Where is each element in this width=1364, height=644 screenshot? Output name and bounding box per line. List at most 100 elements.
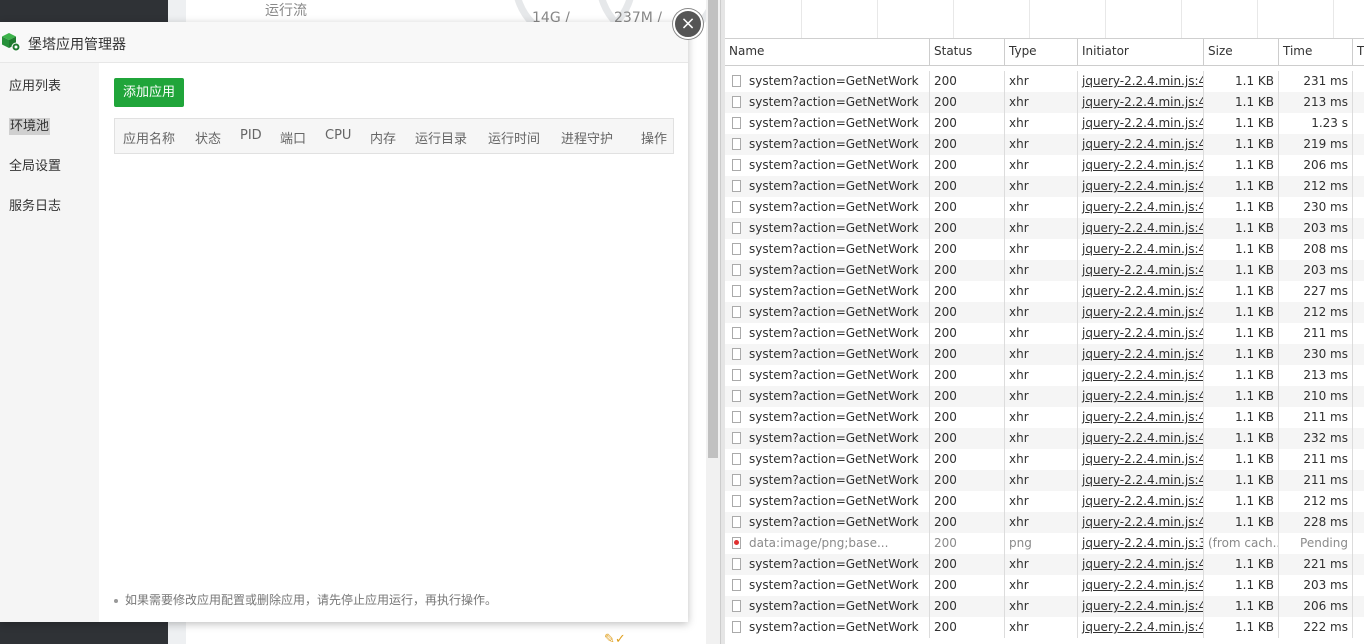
request-initiator-cell[interactable]: jquery-2.2.4.min.js:4 xyxy=(1078,428,1204,449)
request-initiator-cell[interactable]: jquery-2.2.4.min.js:4 xyxy=(1078,134,1204,155)
network-request-row[interactable]: system?action=GetNetWork 200 xhr jquery-2.2… xyxy=(725,176,1364,197)
network-request-row[interactable]: system?action=GetNetWork 200 xhr jquery-2.2… xyxy=(725,554,1364,575)
network-request-row[interactable]: system?action=GetNetWork 200 xhr jquery-2.2… xyxy=(725,218,1364,239)
request-initiator-cell[interactable]: jquery-2.2.4.min.js:4 xyxy=(1078,512,1204,533)
request-initiator-cell[interactable]: jquery-2.2.4.min.js:4 xyxy=(1078,617,1204,638)
request-initiator[interactable]: jquery-2.2.4.min.js:3 xyxy=(1082,536,1203,550)
network-request-row[interactable]: system?action=GetNetWork 200 xhr jquery-2.2… xyxy=(725,449,1364,470)
network-request-row[interactable]: system?action=GetNetWork 200 xhr jquery-2.2… xyxy=(725,575,1364,596)
request-initiator[interactable]: jquery-2.2.4.min.js:4 xyxy=(1082,515,1203,529)
request-initiator-cell[interactable]: jquery-2.2.4.min.js:4 xyxy=(1078,575,1204,596)
column-initiator[interactable]: Initiator xyxy=(1078,39,1204,65)
nav-item-global-settings[interactable]: 全局设置 xyxy=(9,155,61,174)
column-status[interactable]: Status xyxy=(930,39,1005,65)
request-initiator-cell[interactable]: jquery-2.2.4.min.js:4 xyxy=(1078,470,1204,491)
request-initiator[interactable]: jquery-2.2.4.min.js:4 xyxy=(1082,599,1203,613)
request-initiator[interactable]: jquery-2.2.4.min.js:4 xyxy=(1082,494,1203,508)
request-initiator-cell[interactable]: jquery-2.2.4.min.js:4 xyxy=(1078,491,1204,512)
nav-item-app-list[interactable]: 应用列表 xyxy=(9,75,61,94)
network-request-row[interactable]: system?action=GetNetWork 200 xhr jquery-2.2… xyxy=(725,239,1364,260)
network-request-row[interactable]: system?action=GetNetWork 200 xhr jquery-2.2… xyxy=(725,281,1364,302)
column-daemon[interactable]: 进程守护 xyxy=(561,128,613,147)
request-initiator[interactable]: jquery-2.2.4.min.js:4 xyxy=(1082,452,1203,466)
request-initiator-cell[interactable]: jquery-2.2.4.min.js:4 xyxy=(1078,92,1204,113)
request-initiator[interactable]: jquery-2.2.4.min.js:4 xyxy=(1082,179,1203,193)
request-initiator[interactable]: jquery-2.2.4.min.js:4 xyxy=(1082,620,1203,634)
network-overview-timeline[interactable] xyxy=(725,0,1364,39)
network-request-row[interactable]: system?action=GetNetWork 200 xhr jquery-2.2… xyxy=(725,260,1364,281)
network-request-row[interactable]: system?action=GetNetWork 200 xhr jquery-2.2… xyxy=(725,596,1364,617)
network-request-row[interactable]: data:image/png;base... 200 png jquery-2.2.4… xyxy=(725,533,1364,554)
request-initiator-cell[interactable]: jquery-2.2.4.min.js:3 xyxy=(1078,533,1204,554)
column-actions[interactable]: 操作 xyxy=(641,128,667,147)
request-initiator[interactable]: jquery-2.2.4.min.js:4 xyxy=(1082,116,1203,130)
request-initiator[interactable]: jquery-2.2.4.min.js:4 xyxy=(1082,284,1203,298)
request-initiator-cell[interactable]: jquery-2.2.4.min.js:4 xyxy=(1078,218,1204,239)
request-initiator[interactable]: jquery-2.2.4.min.js:4 xyxy=(1082,578,1203,592)
nav-item-env-pool[interactable]: 环境池 xyxy=(9,115,51,135)
column-port[interactable]: 端口 xyxy=(280,128,306,147)
network-request-row[interactable]: system?action=GetNetWork 200 xhr jquery-2.2… xyxy=(725,365,1364,386)
column-size[interactable]: Size xyxy=(1204,39,1279,65)
column-cpu[interactable]: CPU xyxy=(325,128,351,143)
request-initiator[interactable]: jquery-2.2.4.min.js:4 xyxy=(1082,368,1203,382)
network-request-row[interactable]: system?action=GetNetWork 200 xhr jquery-2.2… xyxy=(725,386,1364,407)
network-request-row[interactable]: system?action=GetNetWork 200 xhr jquery-2.2… xyxy=(725,344,1364,365)
network-request-row[interactable]: system?action=GetNetWork 200 xhr jquery-2.2… xyxy=(725,113,1364,134)
request-initiator[interactable]: jquery-2.2.4.min.js:4 xyxy=(1082,242,1203,256)
network-request-row[interactable]: system?action=GetNetWork 200 xhr jquery-2.2… xyxy=(725,491,1364,512)
request-initiator[interactable]: jquery-2.2.4.min.js:4 xyxy=(1082,137,1203,151)
network-request-row[interactable]: system?action=GetNetWork 200 xhr jquery-2.2… xyxy=(725,302,1364,323)
column-memory[interactable]: 内存 xyxy=(370,128,396,147)
add-app-button[interactable]: 添加应用 xyxy=(114,78,184,107)
request-initiator[interactable]: jquery-2.2.4.min.js:4 xyxy=(1082,473,1203,487)
request-initiator-cell[interactable]: jquery-2.2.4.min.js:4 xyxy=(1078,155,1204,176)
column-run-dir[interactable]: 运行目录 xyxy=(415,128,467,147)
request-initiator-cell[interactable]: jquery-2.2.4.min.js:4 xyxy=(1078,449,1204,470)
nav-item-service-log[interactable]: 服务日志 xyxy=(9,195,61,214)
request-initiator-cell[interactable]: jquery-2.2.4.min.js:4 xyxy=(1078,197,1204,218)
page-scrollbar-thumb[interactable] xyxy=(708,0,718,458)
request-initiator[interactable]: jquery-2.2.4.min.js:4 xyxy=(1082,200,1203,214)
column-app-name[interactable]: 应用名称 xyxy=(123,128,175,147)
request-initiator[interactable]: jquery-2.2.4.min.js:4 xyxy=(1082,389,1203,403)
column-pid[interactable]: PID xyxy=(240,128,262,143)
request-initiator[interactable]: jquery-2.2.4.min.js:4 xyxy=(1082,326,1203,340)
request-initiator-cell[interactable]: jquery-2.2.4.min.js:4 xyxy=(1078,344,1204,365)
network-request-row[interactable]: system?action=GetNetWork 200 xhr jquery-2.2… xyxy=(725,407,1364,428)
column-timeline[interactable]: Ti xyxy=(1353,39,1364,65)
request-initiator-cell[interactable]: jquery-2.2.4.min.js:4 xyxy=(1078,239,1204,260)
request-initiator-cell[interactable]: jquery-2.2.4.min.js:4 xyxy=(1078,176,1204,197)
column-time[interactable]: Time xyxy=(1279,39,1353,65)
request-initiator-cell[interactable]: jquery-2.2.4.min.js:4 xyxy=(1078,407,1204,428)
request-initiator[interactable]: jquery-2.2.4.min.js:4 xyxy=(1082,221,1203,235)
column-run-time[interactable]: 运行时间 xyxy=(488,128,540,147)
network-request-row[interactable]: system?action=GetNetWork 200 xhr jquery-2.2… xyxy=(725,71,1364,92)
request-initiator-cell[interactable]: jquery-2.2.4.min.js:4 xyxy=(1078,260,1204,281)
request-initiator[interactable]: jquery-2.2.4.min.js:4 xyxy=(1082,95,1203,109)
request-initiator-cell[interactable]: jquery-2.2.4.min.js:4 xyxy=(1078,281,1204,302)
network-request-row[interactable]: system?action=GetNetWork 200 xhr jquery-2.2… xyxy=(725,428,1364,449)
request-initiator[interactable]: jquery-2.2.4.min.js:4 xyxy=(1082,74,1203,88)
request-initiator[interactable]: jquery-2.2.4.min.js:4 xyxy=(1082,158,1203,172)
close-button[interactable]: × xyxy=(673,9,703,39)
request-initiator-cell[interactable]: jquery-2.2.4.min.js:4 xyxy=(1078,113,1204,134)
column-status[interactable]: 状态 xyxy=(195,128,221,147)
network-request-row[interactable]: system?action=GetNetWork 200 xhr jquery-2.2… xyxy=(725,155,1364,176)
network-request-row[interactable]: system?action=GetNetWork 200 xhr jquery-2.2… xyxy=(725,92,1364,113)
request-initiator-cell[interactable]: jquery-2.2.4.min.js:4 xyxy=(1078,71,1204,92)
request-initiator[interactable]: jquery-2.2.4.min.js:4 xyxy=(1082,347,1203,361)
network-request-row[interactable]: system?action=GetNetWork 200 xhr jquery-2.2… xyxy=(725,617,1364,638)
column-type[interactable]: Type xyxy=(1005,39,1078,65)
request-initiator-cell[interactable]: jquery-2.2.4.min.js:4 xyxy=(1078,323,1204,344)
request-initiator[interactable]: jquery-2.2.4.min.js:4 xyxy=(1082,305,1203,319)
request-initiator[interactable]: jquery-2.2.4.min.js:4 xyxy=(1082,557,1203,571)
column-name[interactable]: Name xyxy=(725,39,930,65)
network-request-row[interactable]: system?action=GetNetWork 200 xhr jquery-2.2… xyxy=(725,470,1364,491)
network-request-row[interactable]: system?action=GetNetWork 200 xhr jquery-2.2… xyxy=(725,512,1364,533)
request-initiator-cell[interactable]: jquery-2.2.4.min.js:4 xyxy=(1078,302,1204,323)
request-initiator-cell[interactable]: jquery-2.2.4.min.js:4 xyxy=(1078,365,1204,386)
network-request-row[interactable]: system?action=GetNetWork 200 xhr jquery-2.2… xyxy=(725,134,1364,155)
request-initiator[interactable]: jquery-2.2.4.min.js:4 xyxy=(1082,263,1203,277)
request-initiator[interactable]: jquery-2.2.4.min.js:4 xyxy=(1082,431,1203,445)
